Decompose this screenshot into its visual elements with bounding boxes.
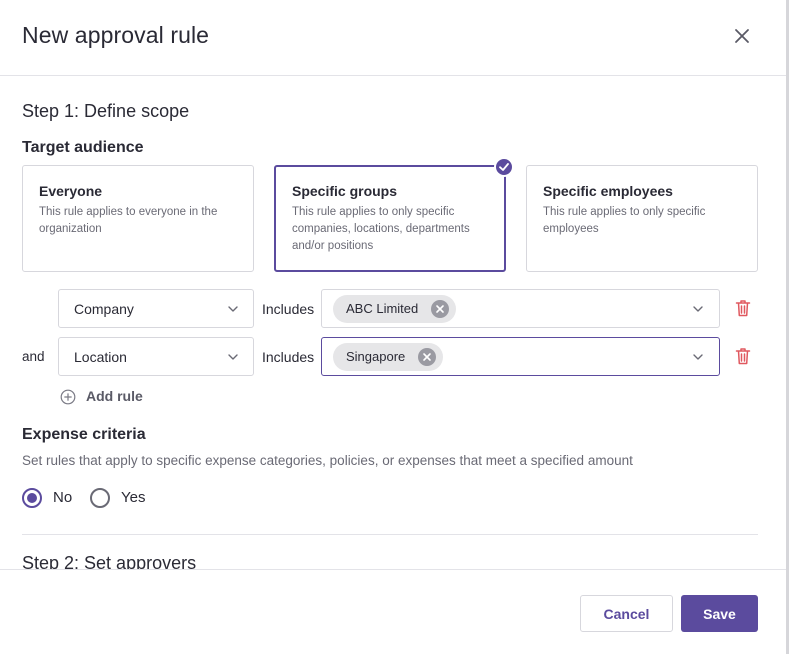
close-button[interactable] [730, 24, 754, 48]
chip-remove-button[interactable] [418, 348, 437, 366]
chip-label: ABC Limited [346, 301, 419, 316]
chevron-down-icon [693, 306, 703, 312]
audience-card-specific-groups[interactable]: Specific groups This rule applies to onl… [274, 165, 506, 272]
section-divider [22, 534, 758, 535]
radio-circle [22, 488, 42, 508]
audience-card-description: This rule applies to everyone in the org… [39, 206, 218, 235]
audience-card-title: Specific groups [292, 183, 398, 199]
audience-card-description: This rule applies to only specific compa… [292, 206, 470, 252]
rule-field-value: Company [74, 301, 134, 317]
delete-rule-button[interactable] [735, 347, 751, 365]
add-rule-label: Add rule [86, 388, 143, 404]
expense-criteria-helper: Set rules that apply to specific expense… [22, 453, 633, 468]
chip-remove-button[interactable] [431, 300, 450, 318]
expense-criteria-title: Expense criteria [22, 426, 146, 443]
audience-card-description: This rule applies to only specific emplo… [543, 206, 706, 235]
rule-field-select[interactable]: Company [58, 289, 254, 328]
modal-footer: Cancel Save [0, 569, 786, 654]
selected-check-badge [494, 157, 514, 177]
radio-label: No [53, 489, 73, 506]
step1-title: Step 1: Define scope [22, 101, 190, 121]
chip-label: Singapore [346, 349, 406, 364]
modal-header: New approval rule [0, 0, 789, 76]
audience-card-specific-employees[interactable]: Specific employees This rule applies to … [526, 165, 758, 272]
remove-chip-icon [436, 305, 445, 313]
cancel-button[interactable]: Cancel [580, 595, 673, 632]
rule-prefix: and [22, 349, 45, 364]
value-chip: Singapore [333, 343, 444, 371]
rule-field-value: Location [74, 349, 127, 365]
audience-card-title: Specific employees [543, 183, 673, 199]
close-icon [735, 29, 749, 43]
modal-title: New approval rule [22, 22, 210, 48]
chevron-down-icon [693, 354, 703, 360]
rule-operator: Includes [262, 301, 315, 317]
remove-chip-icon [423, 353, 432, 361]
radio-label: Yes [121, 489, 146, 506]
check-icon [499, 163, 509, 171]
modal-body[interactable]: Step 1: Define scope Target audience Eve… [0, 76, 786, 569]
trash-icon [735, 300, 751, 317]
chevron-down-icon [228, 354, 238, 360]
plus-circle-icon [60, 389, 76, 405]
step2-title: Step 2: Set approvers [22, 553, 197, 569]
delete-rule-button[interactable] [735, 299, 751, 317]
rule-operator: Includes [262, 349, 315, 365]
rule-values-multiselect[interactable]: ABC Limited [321, 289, 720, 328]
value-chip: ABC Limited [333, 295, 457, 323]
trash-icon [735, 348, 751, 365]
audience-card-everyone[interactable]: Everyone This rule applies to everyone i… [22, 165, 254, 272]
audience-card-title: Everyone [39, 183, 103, 199]
approval-rule-modal: New approval rule Step 1: Define scope T… [0, 0, 789, 654]
rule-field-select[interactable]: Location [58, 337, 254, 376]
save-button[interactable]: Save [681, 595, 758, 632]
rule-values-multiselect[interactable]: Singapore [321, 337, 720, 376]
target-audience-title: Target audience [22, 139, 144, 156]
chevron-down-icon [228, 306, 238, 312]
radio-circle [90, 488, 110, 508]
